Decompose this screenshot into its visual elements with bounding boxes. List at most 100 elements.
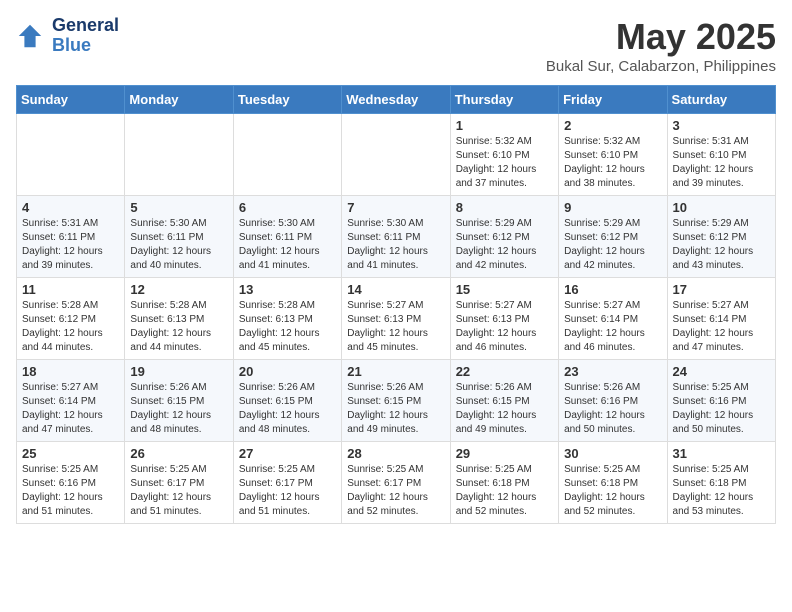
day-number: 10 (673, 200, 770, 215)
weekday-header: Sunday (17, 86, 125, 114)
calendar-week-row: 1 Sunrise: 5:32 AM Sunset: 6:10 PM Daylig… (17, 114, 776, 196)
calendar-cell: 10 Sunrise: 5:29 AM Sunset: 6:12 PM Dayli… (667, 196, 775, 278)
day-number: 17 (673, 282, 770, 297)
calendar-cell: 29 Sunrise: 5:25 AM Sunset: 6:18 PM Dayli… (450, 442, 558, 524)
calendar-cell (233, 114, 341, 196)
page-header: General Blue May 2025 Bukal Sur, Calabar… (16, 16, 776, 75)
day-info: Sunrise: 5:29 AM Sunset: 6:12 PM Dayligh… (456, 217, 553, 273)
calendar-cell: 17 Sunrise: 5:27 AM Sunset: 6:14 PM Dayli… (667, 278, 775, 360)
calendar-cell: 6Sunrise: 5:30 AM Sunset: 6:11 PM Daylig… (233, 196, 341, 278)
title-block: May 2025 Bukal Sur, Calabarzon, Philippi… (546, 16, 776, 75)
calendar-cell: 26 Sunrise: 5:25 AM Sunset: 6:17 PM Dayli… (125, 442, 233, 524)
day-number: 1 (456, 118, 553, 133)
day-info: Sunrise: 5:30 AM Sunset: 6:11 PM Dayligh… (347, 217, 444, 273)
day-info: Sunrise: 5:25 AM Sunset: 6:16 PM Dayligh… (22, 463, 119, 519)
calendar-cell (342, 114, 450, 196)
calendar-cell: 7 Sunrise: 5:30 AM Sunset: 6:11 PM Daylig… (342, 196, 450, 278)
weekday-header: Tuesday (233, 86, 341, 114)
day-info: Sunrise: 5:26 AM Sunset: 6:15 PM Dayligh… (456, 381, 553, 437)
day-number: 26 (130, 446, 227, 461)
day-info: Sunrise: 5:26 AM Sunset: 6:15 PM Dayligh… (130, 381, 227, 437)
day-number: 19 (130, 364, 227, 379)
weekday-header-row: SundayMondayTuesdayWednesdayThursdayFrid… (17, 86, 776, 114)
calendar-cell: 3 Sunrise: 5:31 AM Sunset: 6:10 PM Daylig… (667, 114, 775, 196)
calendar-cell: 20 Sunrise: 5:26 AM Sunset: 6:15 PM Dayli… (233, 360, 341, 442)
day-number: 8 (456, 200, 553, 215)
day-number: 22 (456, 364, 553, 379)
calendar-cell: 12Sunrise: 5:28 AM Sunset: 6:13 PM Dayli… (125, 278, 233, 360)
day-info: Sunrise: 5:28 AM Sunset: 6:13 PM Dayligh… (239, 299, 336, 355)
day-number: 27 (239, 446, 336, 461)
day-info: Sunrise: 5:30 AM Sunset: 6:11 PM Dayligh… (130, 217, 227, 273)
day-info: Sunrise: 5:31 AM Sunset: 6:11 PM Dayligh… (22, 217, 119, 273)
day-info: Sunrise: 5:30 AM Sunset: 6:11 PM Dayligh… (239, 217, 336, 273)
calendar-week-row: 4 Sunrise: 5:31 AM Sunset: 6:11 PM Daylig… (17, 196, 776, 278)
day-number: 5 (130, 200, 227, 215)
day-info: Sunrise: 5:29 AM Sunset: 6:12 PM Dayligh… (673, 217, 770, 273)
calendar-cell: 23 Sunrise: 5:26 AM Sunset: 6:16 PM Dayli… (559, 360, 667, 442)
day-info: Sunrise: 5:25 AM Sunset: 6:18 PM Dayligh… (456, 463, 553, 519)
day-info: Sunrise: 5:27 AM Sunset: 6:14 PM Dayligh… (22, 381, 119, 437)
calendar-cell: 9Sunrise: 5:29 AM Sunset: 6:12 PM Daylig… (559, 196, 667, 278)
day-number: 4 (22, 200, 119, 215)
weekday-header: Wednesday (342, 86, 450, 114)
day-info: Sunrise: 5:26 AM Sunset: 6:15 PM Dayligh… (239, 381, 336, 437)
day-number: 31 (673, 446, 770, 461)
day-number: 15 (456, 282, 553, 297)
calendar-cell: 24Sunrise: 5:25 AM Sunset: 6:16 PM Dayli… (667, 360, 775, 442)
calendar-cell: 30Sunrise: 5:25 AM Sunset: 6:18 PM Dayli… (559, 442, 667, 524)
day-info: Sunrise: 5:25 AM Sunset: 6:17 PM Dayligh… (239, 463, 336, 519)
day-info: Sunrise: 5:29 AM Sunset: 6:12 PM Dayligh… (564, 217, 661, 273)
calendar-cell (17, 114, 125, 196)
calendar-cell: 16Sunrise: 5:27 AM Sunset: 6:14 PM Dayli… (559, 278, 667, 360)
weekday-header: Monday (125, 86, 233, 114)
calendar-cell: 28 Sunrise: 5:25 AM Sunset: 6:17 PM Dayli… (342, 442, 450, 524)
day-number: 7 (347, 200, 444, 215)
calendar-cell: 13 Sunrise: 5:28 AM Sunset: 6:13 PM Dayli… (233, 278, 341, 360)
calendar-cell: 18 Sunrise: 5:27 AM Sunset: 6:14 PM Dayli… (17, 360, 125, 442)
day-info: Sunrise: 5:27 AM Sunset: 6:13 PM Dayligh… (347, 299, 444, 355)
day-number: 29 (456, 446, 553, 461)
day-info: Sunrise: 5:25 AM Sunset: 6:17 PM Dayligh… (347, 463, 444, 519)
calendar-cell: 19 Sunrise: 5:26 AM Sunset: 6:15 PM Dayli… (125, 360, 233, 442)
day-info: Sunrise: 5:27 AM Sunset: 6:14 PM Dayligh… (564, 299, 661, 355)
day-number: 11 (22, 282, 119, 297)
calendar-title: May 2025 (546, 16, 776, 58)
calendar-cell: 15 Sunrise: 5:27 AM Sunset: 6:13 PM Dayli… (450, 278, 558, 360)
calendar-subtitle: Bukal Sur, Calabarzon, Philippines (546, 58, 776, 75)
day-info: Sunrise: 5:31 AM Sunset: 6:10 PM Dayligh… (673, 135, 770, 191)
logo-icon (16, 22, 44, 50)
weekday-header: Thursday (450, 86, 558, 114)
weekday-header: Saturday (667, 86, 775, 114)
day-number: 3 (673, 118, 770, 133)
day-number: 18 (22, 364, 119, 379)
day-info: Sunrise: 5:27 AM Sunset: 6:13 PM Dayligh… (456, 299, 553, 355)
calendar-week-row: 18 Sunrise: 5:27 AM Sunset: 6:14 PM Dayli… (17, 360, 776, 442)
calendar-cell: 25Sunrise: 5:25 AM Sunset: 6:16 PM Dayli… (17, 442, 125, 524)
day-info: Sunrise: 5:26 AM Sunset: 6:16 PM Dayligh… (564, 381, 661, 437)
calendar-cell: 2Sunrise: 5:32 AM Sunset: 6:10 PM Daylig… (559, 114, 667, 196)
day-info: Sunrise: 5:25 AM Sunset: 6:18 PM Dayligh… (564, 463, 661, 519)
day-number: 13 (239, 282, 336, 297)
day-number: 12 (130, 282, 227, 297)
day-info: Sunrise: 5:25 AM Sunset: 6:17 PM Dayligh… (130, 463, 227, 519)
day-info: Sunrise: 5:25 AM Sunset: 6:18 PM Dayligh… (673, 463, 770, 519)
day-number: 20 (239, 364, 336, 379)
day-number: 28 (347, 446, 444, 461)
day-number: 14 (347, 282, 444, 297)
weekday-header: Friday (559, 86, 667, 114)
calendar-cell: 11Sunrise: 5:28 AM Sunset: 6:12 PM Dayli… (17, 278, 125, 360)
day-info: Sunrise: 5:32 AM Sunset: 6:10 PM Dayligh… (456, 135, 553, 191)
logo: General Blue (16, 16, 119, 56)
day-info: Sunrise: 5:26 AM Sunset: 6:15 PM Dayligh… (347, 381, 444, 437)
calendar-cell: 4 Sunrise: 5:31 AM Sunset: 6:11 PM Daylig… (17, 196, 125, 278)
calendar-cell: 5 Sunrise: 5:30 AM Sunset: 6:11 PM Daylig… (125, 196, 233, 278)
calendar-cell (125, 114, 233, 196)
calendar-week-row: 11Sunrise: 5:28 AM Sunset: 6:12 PM Dayli… (17, 278, 776, 360)
calendar-cell: 14 Sunrise: 5:27 AM Sunset: 6:13 PM Dayli… (342, 278, 450, 360)
logo-text: General Blue (52, 16, 119, 56)
day-number: 23 (564, 364, 661, 379)
calendar-cell: 22 Sunrise: 5:26 AM Sunset: 6:15 PM Dayli… (450, 360, 558, 442)
day-info: Sunrise: 5:27 AM Sunset: 6:14 PM Dayligh… (673, 299, 770, 355)
calendar-cell: 21Sunrise: 5:26 AM Sunset: 6:15 PM Dayli… (342, 360, 450, 442)
